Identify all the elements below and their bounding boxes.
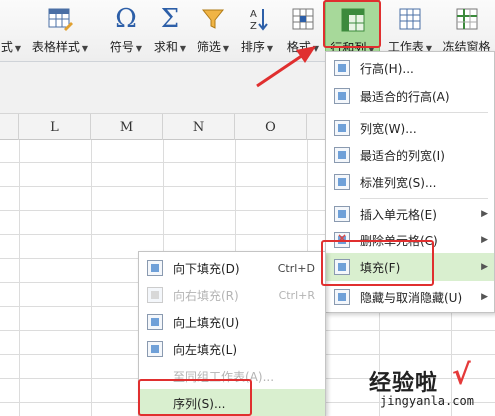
column-header-o[interactable]: O — [235, 114, 307, 140]
menu-item-label: 隐藏与取消隐藏(U) — [360, 290, 463, 305]
column-header-partial[interactable] — [0, 114, 19, 140]
format-button[interactable]: 格式 ▼ — [281, 0, 325, 62]
partial-style-icon — [0, 4, 26, 34]
freeze-panes-icon — [452, 4, 482, 34]
menu-item-label: 最适合的行高(A) — [360, 89, 450, 104]
column-header-n[interactable]: N — [163, 114, 235, 140]
fill-left-icon — [147, 341, 163, 357]
omega-symbol-icon: Ω — [115, 4, 137, 34]
sum-label: 求和 — [153, 40, 178, 54]
menu-item-label: 向上填充(U) — [173, 315, 240, 330]
style-label: 式 — [0, 40, 13, 54]
table-style-label: 表格样式 — [31, 40, 80, 54]
annotation-box-series — [138, 379, 252, 416]
column-header-l[interactable]: L — [19, 114, 91, 140]
autofit-row-icon — [334, 88, 350, 104]
watermark-text: 经验啦 — [369, 371, 439, 396]
shortcut-label: Ctrl+R — [278, 288, 315, 302]
svg-text:Z: Z — [250, 21, 257, 32]
menu-item-label: 向左填充(L) — [173, 342, 238, 357]
table-style-icon — [45, 4, 75, 34]
shortcut-label: Ctrl+D — [277, 261, 315, 275]
menu-separator — [360, 198, 488, 199]
annotation-box-rows-columns — [323, 0, 381, 48]
filter-label: 筛选 — [196, 40, 221, 54]
fill-up-icon — [147, 314, 163, 330]
menu-item-label: 行高(H)... — [360, 61, 414, 76]
submenu-arrow-icon: ▶ — [481, 235, 488, 245]
format-grid-icon — [288, 4, 318, 34]
menu-item-label: 最适合的列宽(I) — [360, 148, 445, 163]
sort-az-icon: A Z — [242, 4, 272, 34]
filter-funnel-icon — [198, 4, 228, 34]
menu-item-column-width[interactable]: 列宽(W)... — [326, 114, 494, 142]
watermark-check-icon: √ — [452, 358, 471, 391]
menu-item-insert-cells[interactable]: 插入单元格(E) ▶ — [326, 200, 494, 228]
watermark-url: jingyanla.com — [380, 394, 474, 408]
table-style-button[interactable]: 表格样式 ▼ — [30, 0, 90, 62]
svg-text:A: A — [250, 9, 257, 20]
submenu-arrow-icon: ▶ — [481, 262, 488, 272]
sigma-sum-icon: Σ — [160, 4, 180, 34]
sort-label: 排序 — [240, 40, 265, 54]
worksheet-icon — [395, 4, 425, 34]
menu-item-label: 标准列宽(S)... — [360, 175, 437, 190]
column-width-icon — [334, 120, 350, 136]
menu-item-fill-up[interactable]: 向上填充(U) — [139, 308, 325, 336]
menu-item-standard-width[interactable]: 标准列宽(S)... — [326, 168, 494, 196]
menu-item-hide-unhide[interactable]: 隐藏与取消隐藏(U) ▶ — [326, 283, 494, 311]
row-height-icon — [334, 60, 350, 76]
column-header-m[interactable]: M — [91, 114, 163, 140]
submenu-arrow-icon: ▶ — [481, 292, 488, 302]
menu-item-label: 向下填充(D) — [173, 261, 240, 276]
symbol-label: 符号 — [109, 40, 134, 54]
menu-item-row-height[interactable]: 行高(H)... — [326, 54, 494, 82]
symbol-button[interactable]: Ω 符号 ▼ — [104, 0, 148, 62]
standard-width-icon — [334, 174, 350, 190]
menu-item-fill-down[interactable]: 向下填充(D) Ctrl+D — [139, 254, 325, 282]
fill-down-icon — [147, 260, 163, 276]
hide-unhide-icon — [334, 289, 350, 305]
insert-cells-icon — [334, 206, 350, 222]
annotation-box-fill — [321, 240, 434, 286]
autofit-column-icon — [334, 147, 350, 163]
sum-button[interactable]: Σ 求和 ▼ — [148, 0, 192, 62]
menu-separator — [360, 112, 488, 113]
menu-item-autofit-column[interactable]: 最适合的列宽(I) — [326, 141, 494, 169]
format-label: 格式 — [286, 40, 311, 54]
style-button[interactable]: 式 ▼ — [0, 0, 26, 62]
submenu-arrow-icon: ▶ — [481, 209, 488, 219]
menu-item-label: 向右填充(R) — [173, 288, 239, 303]
sort-button[interactable]: A Z 排序 ▼ — [236, 0, 278, 62]
menu-item-label: 插入单元格(E) — [360, 207, 437, 222]
fill-right-icon — [147, 287, 163, 303]
menu-item-label: 列宽(W)... — [360, 121, 417, 136]
menu-item-autofit-row[interactable]: 最适合的行高(A) — [326, 82, 494, 110]
filter-button[interactable]: 筛选 ▼ — [192, 0, 234, 62]
menu-item-fill-right: 向右填充(R) Ctrl+R — [139, 281, 325, 309]
menu-item-fill-left[interactable]: 向左填充(L) — [139, 335, 325, 363]
